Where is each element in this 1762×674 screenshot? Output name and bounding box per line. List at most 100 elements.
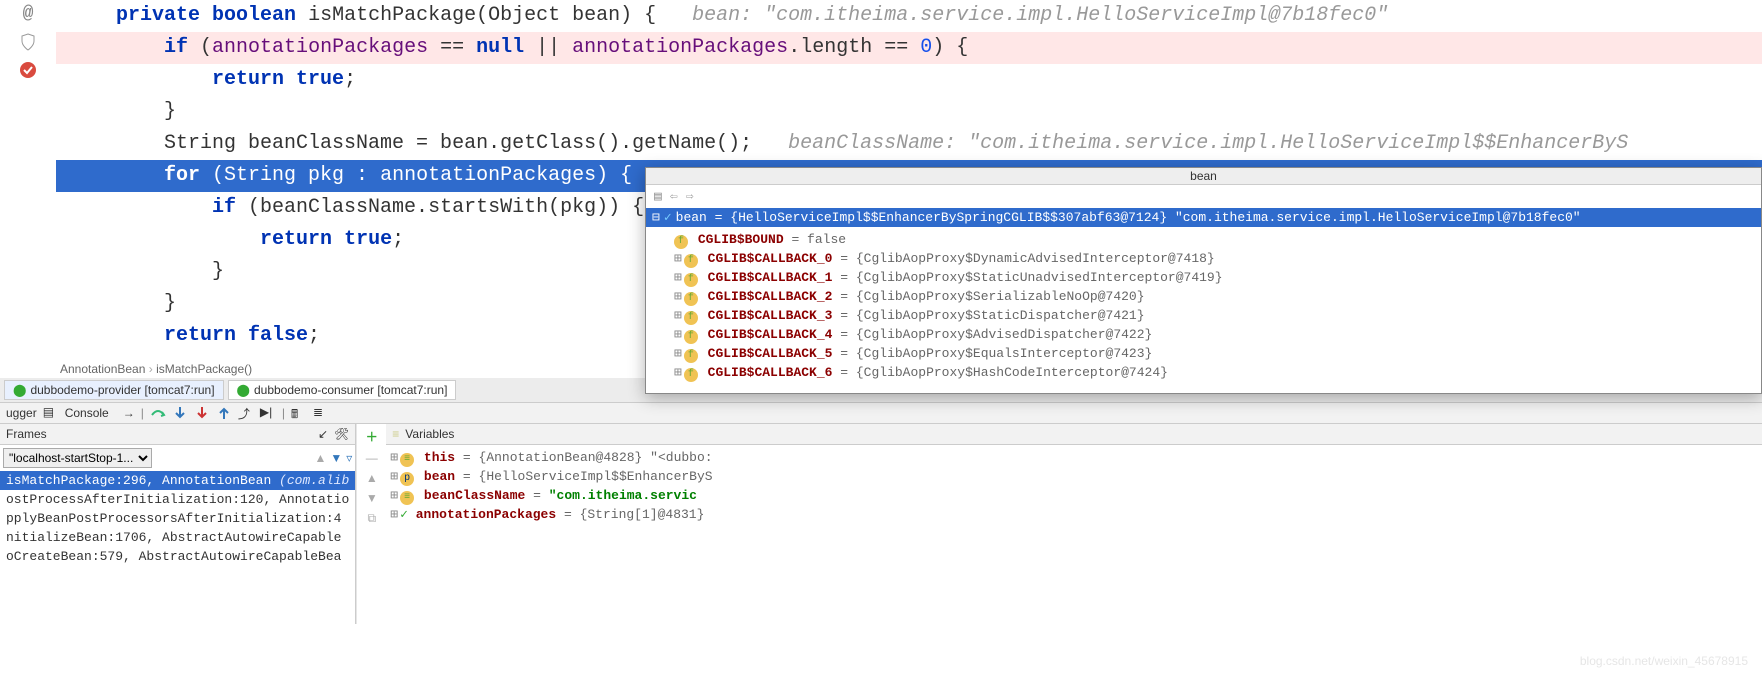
frames-list[interactable]: isMatchPackage:296, AnnotationBean (com.… <box>0 471 355 566</box>
tab-console[interactable]: Console <box>65 406 109 420</box>
var-row[interactable]: ⊞✓ annotationPackages = {String[1]@4831} <box>390 506 1758 523</box>
expand-icon[interactable]: ⊞ <box>674 365 682 380</box>
expand-icon[interactable]: ⊞ <box>674 289 682 304</box>
arrow-down-icon[interactable]: ▼ <box>330 451 342 465</box>
frame-row[interactable]: oCreateBean:579, AbstractAutowireCapable… <box>0 547 355 566</box>
stmt: String beanClassName = bean.getClass().g… <box>164 132 752 155</box>
stack-icon: ≡ <box>392 427 399 441</box>
step-out-icon[interactable] <box>216 405 232 421</box>
inline-hint: beanClassName: "com.itheima.service.impl… <box>788 132 1628 155</box>
field-row[interactable]: ⊞f CGLIB$CALLBACK_4 = {CglibAopProxy$Adv… <box>656 326 1751 345</box>
console-icon[interactable]: ▤ <box>43 405 59 421</box>
force-step-into-icon[interactable] <box>194 405 210 421</box>
minus-icon[interactable]: — <box>366 451 378 465</box>
trace-icon[interactable]: ≣ <box>313 405 329 421</box>
field-icon: f <box>684 311 698 325</box>
evaluate-icon[interactable]: 🖩 <box>291 405 307 421</box>
popup-root-text: bean = {HelloServiceImpl$$EnhancerBySpri… <box>676 210 1581 225</box>
watch-icon: ✓ <box>400 507 408 522</box>
frames-side-buttons: ＋ — ▲ ▼ ⧉ <box>356 424 386 624</box>
variables-title: Variables <box>405 427 454 441</box>
step-into-icon[interactable] <box>172 405 188 421</box>
breakpoint-checked-icon[interactable] <box>18 60 38 80</box>
field-icon: f <box>674 235 688 249</box>
watermark: blog.csdn.net/weixin_45678915 <box>1580 654 1748 668</box>
add-icon[interactable]: ＋ <box>366 428 378 445</box>
popup-root-row[interactable]: ⊟ ✓ bean = {HelloServiceImpl$$EnhancerBy… <box>646 208 1761 227</box>
field-icon: ≡ <box>400 491 414 505</box>
kw-for: for <box>164 164 200 187</box>
method-name: isMatchPackage <box>308 4 476 27</box>
field-row[interactable]: ⊞f CGLIB$CALLBACK_6 = {CglibAopProxy$Has… <box>656 364 1751 383</box>
run-tab-provider[interactable]: ⬤ dubbodemo-provider [tomcat7:run] <box>4 380 224 400</box>
arrow-up-icon[interactable]: ▲ <box>366 471 378 485</box>
var-row[interactable]: ⊞≡ this = {AnnotationBean@4828} "<dubbo: <box>390 449 1758 468</box>
expand-icon[interactable]: ⊞ <box>390 450 398 465</box>
kw-return: return <box>260 228 332 251</box>
gutter: @ <box>0 0 56 360</box>
frame-row[interactable]: ostProcessAfterInitialization:120, Annot… <box>0 490 355 509</box>
forward-icon[interactable]: ⇨ <box>686 189 694 204</box>
expand-icon[interactable]: ⊞ <box>390 488 398 503</box>
expand-icon[interactable]: ⊞ <box>674 251 682 266</box>
popup-field-list[interactable]: f CGLIB$BOUND = false ⊞f CGLIB$CALLBACK_… <box>646 227 1761 393</box>
field-row[interactable]: f CGLIB$BOUND = false <box>656 231 1751 250</box>
frame-row[interactable]: nitializeBean:1706, AbstractAutowireCapa… <box>0 528 355 547</box>
field-row[interactable]: ⊞f CGLIB$CALLBACK_0 = {CglibAopProxy$Dyn… <box>656 250 1751 269</box>
run-tab-consumer[interactable]: ⬤ dubbodemo-consumer [tomcat7:run] <box>228 380 457 400</box>
drop-frame-icon[interactable]: ⤴ <box>238 405 254 421</box>
variables-panel: ≡ Variables ⊞≡ this = {AnnotationBean@482… <box>386 424 1762 624</box>
shield-icon <box>18 32 38 52</box>
arrow-up-icon[interactable]: ▲ <box>314 451 326 465</box>
run-tab-label: dubbodemo-consumer [tomcat7:run] <box>254 383 447 397</box>
crumb-class[interactable]: AnnotationBean <box>60 362 145 376</box>
run-tab-label: dubbodemo-provider [tomcat7:run] <box>30 383 214 397</box>
kw-boolean: boolean <box>212 4 296 27</box>
field-icon: f <box>684 254 698 268</box>
debug-toolbar: ugger ▤Console → | ⤴ ▶| | 🖩 ≣ <box>0 403 1762 424</box>
variables-list[interactable]: ⊞≡ this = {AnnotationBean@4828} "<dubbo:… <box>386 445 1762 527</box>
ident: annotationPackages <box>212 36 428 59</box>
field-row[interactable]: ⊞f CGLIB$CALLBACK_3 = {CglibAopProxy$Sta… <box>656 307 1751 326</box>
debug-panels: Frames ↙ 🛠 "localhost-startStop-1... ▲ ▼ ▿… <box>0 424 1762 624</box>
frames-title: Frames <box>6 427 47 441</box>
chevron-right-icon: › <box>149 362 153 376</box>
var-row[interactable]: ⊞p bean = {HelloServiceImpl$$EnhancerByS <box>390 468 1758 487</box>
ident: annotationPackages <box>380 164 596 187</box>
tab-debugger[interactable]: ugger <box>6 406 37 420</box>
frame-row[interactable]: pplyBeanPostProcessorsAfterInitializatio… <box>0 509 355 528</box>
thread-select[interactable]: "localhost-startStop-1... <box>3 448 152 468</box>
kw-return: return <box>212 68 284 91</box>
expand-icon[interactable]: ⊞ <box>674 270 682 285</box>
field-icon: f <box>684 292 698 306</box>
expand-icon[interactable]: ⊞ <box>390 507 398 522</box>
expand-icon[interactable]: ⊞ <box>674 346 682 361</box>
step-over-icon[interactable] <box>150 405 166 421</box>
collapse-icon[interactable]: ⊟ <box>652 210 660 225</box>
crumb-method[interactable]: isMatchPackage() <box>156 362 252 376</box>
frame-row[interactable]: isMatchPackage:296, AnnotationBean (com.… <box>0 471 355 490</box>
expand-icon[interactable]: ⊞ <box>674 327 682 342</box>
run-icon: ⬤ <box>13 383 26 397</box>
field-row[interactable]: ⊞f CGLIB$CALLBACK_2 = {CglibAopProxy$Ser… <box>656 288 1751 307</box>
frames-panel: Frames ↙ 🛠 "localhost-startStop-1... ▲ ▼ ▿… <box>0 424 356 624</box>
copy-icon[interactable]: ⧉ <box>367 511 376 526</box>
filter-icon[interactable]: ▿ <box>346 451 352 465</box>
var-row[interactable]: ⊞≡ beanClassName = "com.itheima.servic <box>390 487 1758 506</box>
expand-icon[interactable]: ⊞ <box>390 469 398 484</box>
restore-layout-icon[interactable]: ↙ <box>318 427 328 441</box>
popup-title: bean <box>646 168 1761 185</box>
new-watch-icon[interactable]: ▤ <box>654 189 662 204</box>
run-icon: ⬤ <box>237 383 250 397</box>
arrow-down-icon[interactable]: ▼ <box>366 491 378 505</box>
run-to-cursor-icon[interactable]: ▶| <box>260 405 276 421</box>
gear-icon[interactable]: 🛠 <box>334 427 349 441</box>
param: Object bean <box>488 4 620 27</box>
expand-icon[interactable]: ⊞ <box>674 308 682 323</box>
back-icon[interactable]: ⇦ <box>670 189 678 204</box>
field-row[interactable]: ⊞f CGLIB$CALLBACK_5 = {CglibAopProxy$Equ… <box>656 345 1751 364</box>
inspect-popup[interactable]: bean ▤ ⇦ ⇨ ⊟ ✓ bean = {HelloServiceImpl$… <box>645 167 1762 394</box>
watch-icon: ✓ <box>664 210 672 225</box>
field-row[interactable]: ⊞f CGLIB$CALLBACK_1 = {CglibAopProxy$Sta… <box>656 269 1751 288</box>
popup-toolbar: ▤ ⇦ ⇨ <box>646 185 1761 208</box>
